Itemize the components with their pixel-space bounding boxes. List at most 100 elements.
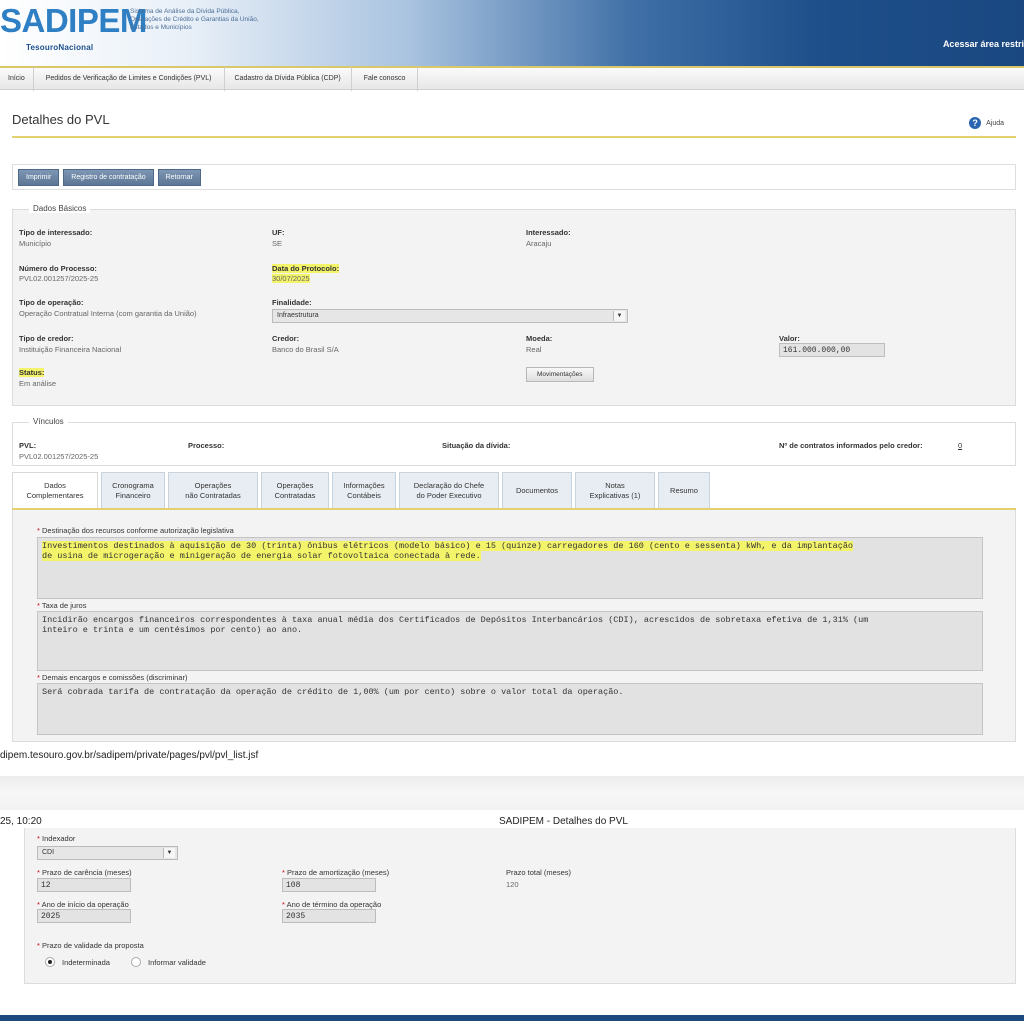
status-value: Em análise	[19, 379, 57, 388]
destination-line-2: de usina de microgeração e minigeração d…	[42, 551, 481, 561]
menu-item-fale-conosco[interactable]: Fale conosco	[352, 66, 419, 91]
print-button[interactable]: Imprimir	[18, 168, 60, 186]
page: SADIPEM TesouroNacional Sistema de Análi…	[0, 0, 1024, 1021]
links-section: Vínculos PVL: PVL02.001257/2025-25 Proce…	[12, 417, 1016, 466]
tab-label: Operações	[194, 480, 232, 490]
protocol-date-label: Data do Protocolo:	[272, 264, 340, 273]
tab-operacoes-contratadas[interactable]: Operações Contratadas	[261, 472, 329, 508]
tab-notas-explicativas[interactable]: Notas Explicativas (1)	[575, 472, 655, 508]
process-number-label: Número do Processo:	[19, 264, 97, 273]
indexer-select[interactable]: CDI ▼	[37, 846, 178, 860]
tabs-bar: Dados Complementares Cronograma Financeiro…	[12, 472, 1016, 510]
tab-declaracao-chefe[interactable]: Declaração do Chefe do Poder Executivo	[399, 472, 499, 508]
contracts-count-label: Nº de contratos informados pelo credor:	[779, 441, 923, 450]
links-legend: Vínculos	[29, 417, 68, 426]
sadipem-logo[interactable]: SADIPEM	[0, 2, 147, 40]
restricted-area-link[interactable]: Acessar área restri	[943, 39, 1024, 49]
interested-value: Aracaju	[526, 239, 552, 248]
indexer-label: * Indexador	[37, 834, 76, 843]
interest-rate-textarea[interactable]: Incidirão encargos financeiros correspon…	[37, 611, 983, 671]
grace-period-field[interactable]: 12	[37, 878, 131, 892]
movements-button[interactable]: Movimentações	[526, 367, 594, 382]
creditor-type-value: Instituição Financeira Nacional	[19, 345, 122, 354]
creditor-type-label: Tipo de credor:	[19, 334, 74, 343]
amortization-label: * Prazo de amortização (meses)	[282, 868, 390, 877]
tab-resumo[interactable]: Resumo	[658, 472, 710, 508]
currency-value: Real	[526, 345, 542, 354]
return-button[interactable]: Retornar	[157, 168, 201, 186]
pvl-label: PVL:	[19, 441, 37, 450]
interest-line-2: inteiro e trinta e um centésimos por cen…	[42, 625, 303, 635]
tab-panel-complementares: * Destinação dos recursos conforme autor…	[12, 510, 1016, 742]
menu-item-pvl[interactable]: Pedidos de Verificação de Limites e Cond…	[34, 66, 225, 91]
radio-indeterminada-label[interactable]: Indeterminada	[62, 958, 110, 967]
tab-operacoes-nao-contratadas[interactable]: Operações não Contratadas	[168, 472, 258, 508]
contracts-count-link[interactable]: 0	[958, 441, 962, 450]
interested-label: Interessado:	[526, 228, 571, 237]
purpose-label: Finalidade:	[272, 298, 312, 307]
menu-item-cdp[interactable]: Cadastro da Dívida Pública (CDP)	[225, 66, 352, 91]
basic-data-section: Dados Básicos Tipo de interessado: Munic…	[12, 204, 1016, 406]
interest-rate-label-text: Taxa de juros	[41, 601, 87, 610]
status-label: Status:	[19, 368, 45, 377]
interested-type-label: Tipo de interessado:	[19, 228, 93, 237]
help-link[interactable]: ? Ajuda	[969, 117, 1004, 129]
destination-line-1: Investimentos destinados à aquisição de …	[42, 541, 854, 551]
tesouro-nacional-logo: TesouroNacional	[26, 43, 94, 52]
creditor-value: Banco do Brasil S/A	[272, 345, 339, 354]
tab-label: Dados	[44, 480, 66, 490]
tab-label: Resumo	[670, 485, 698, 495]
register-contract-button[interactable]: Registro de contratação	[63, 168, 154, 186]
print-doc-title: SADIPEM - Detalhes do PVL	[499, 816, 628, 827]
creditor-label: Credor:	[272, 334, 300, 343]
other-charges-textarea[interactable]: Será cobrada tarifa de contratação da op…	[37, 683, 983, 735]
total-term-value: 120	[506, 880, 519, 889]
tab-dados-complementares[interactable]: Dados Complementares	[12, 472, 98, 508]
chevron-down-icon[interactable]: ▼	[163, 848, 175, 858]
action-toolbar: Imprimir Registro de contratação Retorna…	[12, 164, 1016, 190]
purpose-select[interactable]: Infraestrutura ▼	[272, 309, 628, 323]
pvl-value: PVL02.001257/2025-25	[19, 452, 99, 461]
tab-cronograma-financeiro[interactable]: Cronograma Financeiro	[101, 472, 165, 508]
tab-panel-continued: * Indexador CDI ▼ * Prazo de carência (m…	[24, 828, 1016, 984]
radio-informar-validade-label[interactable]: Informar validade	[148, 958, 206, 967]
tab-label: Explicativas (1)	[589, 490, 641, 500]
menu-item-inicio[interactable]: Início	[0, 66, 34, 91]
destination-label-text: Destinação dos recursos conforme autoriz…	[42, 526, 234, 535]
uf-label: UF:	[272, 228, 285, 237]
tab-label: do Poder Executivo	[416, 490, 482, 500]
radio-indeterminada[interactable]	[45, 957, 55, 967]
end-year-label: * Ano de término da operação	[282, 900, 382, 909]
currency-label: Moeda:	[526, 334, 553, 343]
radio-informar-validade[interactable]	[131, 957, 141, 967]
main-menu: Início Pedidos de Verificação de Limites…	[0, 66, 1024, 91]
start-year-label-text: Ano de início da operação	[41, 900, 129, 909]
uf-value: SE	[272, 239, 283, 248]
protocol-date-value: 30/07/2025	[272, 274, 310, 283]
help-label[interactable]: Ajuda	[986, 120, 1004, 127]
end-year-label-text: Ano de término da operação	[286, 900, 382, 909]
tab-informacoes-contabeis[interactable]: Informações Contábeis	[332, 472, 396, 508]
operation-type-value: Operação Contratual Interna (com garanti…	[19, 309, 197, 318]
tab-label: Financeiro	[115, 490, 151, 500]
destination-textarea[interactable]: Investimentos destinados à aquisição de …	[37, 537, 983, 599]
grace-period-label: * Prazo de carência (meses)	[37, 868, 132, 877]
interest-rate-label: * Taxa de juros	[37, 601, 87, 610]
start-year-field[interactable]: 2025	[37, 909, 131, 923]
operation-type-label: Tipo de operação:	[19, 298, 84, 307]
amortization-field[interactable]: 108	[282, 878, 376, 892]
chevron-down-icon[interactable]: ▼	[613, 311, 625, 321]
grace-period-label-text: Prazo de carência (meses)	[42, 868, 132, 877]
tab-documentos[interactable]: Documentos	[502, 472, 572, 508]
validity-label: * Prazo de validade da proposta	[37, 941, 144, 950]
indexer-selected: CDI	[42, 849, 55, 856]
print-datetime: 25, 10:20	[0, 816, 42, 827]
process-label: Processo:	[188, 441, 225, 450]
amount-field[interactable]: 161.000.000,00	[779, 343, 885, 357]
interest-line-1: Incidirão encargos financeiros correspon…	[42, 615, 869, 625]
print-footer-url: dipem.tesouro.gov.br/sadipem/private/pag…	[0, 742, 1024, 776]
end-year-field[interactable]: 2035	[282, 909, 376, 923]
help-icon[interactable]: ?	[969, 117, 982, 129]
purpose-selected: Infraestrutura	[277, 312, 319, 319]
page-title: Detalhes do PVL	[12, 112, 110, 127]
